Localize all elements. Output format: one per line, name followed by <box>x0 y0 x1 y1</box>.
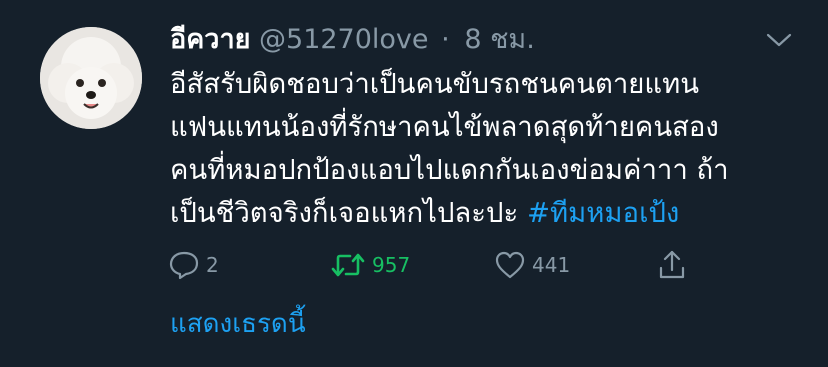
avatar[interactable] <box>40 27 142 129</box>
share-icon <box>659 250 685 279</box>
chevron-down-icon <box>766 33 792 47</box>
hashtag-link[interactable]: #ทีมหมอเป้ง <box>527 197 679 229</box>
retweet-icon <box>331 253 365 277</box>
tweet-text-line: คนที่หมอปกป้องแอบไปแดกกันเองข่อมค่าาา ถ้… <box>170 154 729 186</box>
share-button[interactable] <box>656 240 688 290</box>
heart-icon <box>495 251 525 279</box>
tweet-menu-button[interactable] <box>764 28 794 52</box>
timestamp[interactable]: 8 ชม. <box>464 24 534 55</box>
show-thread-link[interactable]: แสดงเธรดนี้ <box>170 306 306 342</box>
retweet-count: 957 <box>372 253 411 277</box>
tweet-actions: 2 957 441 <box>0 240 828 290</box>
like-count: 441 <box>532 253 571 277</box>
tweet-text-segment: เป็นชีวิตจริงก็เจอแหกไปละปะ <box>170 197 527 229</box>
tweet-text-line: เป็นชีวิตจริงก็เจอแหกไปละปะ #ทีมหมอเป้ง <box>170 192 810 235</box>
tweet-text: อีสัสรับผิดชอบว่าเป็นคนขับรถชนคนตายแทน แ… <box>170 63 810 235</box>
tweet-text-line: อีสัสรับผิดชอบว่าเป็นคนขับรถชนคนตายแทน <box>170 68 700 100</box>
user-handle[interactable]: @51270love <box>259 24 429 55</box>
tweet-text-line: แฟนแทนน้องที่รักษาคนไข้พลาดสุดท้ายคนสอง <box>170 111 719 143</box>
reply-button[interactable]: 2 <box>168 240 219 290</box>
display-name[interactable]: อีควาย <box>170 24 250 55</box>
like-button[interactable]: 441 <box>494 240 570 290</box>
tweet-header: อีควาย @51270love · 8 ชม. <box>170 22 535 58</box>
reply-icon <box>169 251 199 280</box>
separator-dot: · <box>441 24 450 55</box>
reply-count: 2 <box>206 253 219 277</box>
retweet-button[interactable]: 957 <box>330 240 410 290</box>
dog-avatar-icon <box>40 27 142 129</box>
